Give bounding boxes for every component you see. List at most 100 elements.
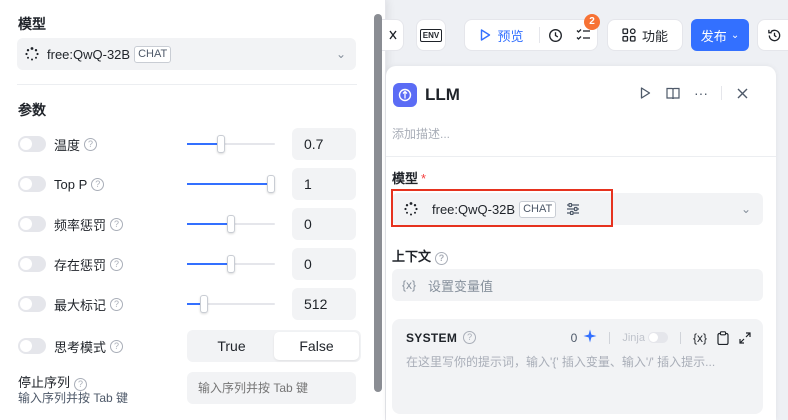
context-label: 上下文? xyxy=(392,246,449,265)
jinja-toggle[interactable]: Jinja xyxy=(622,332,668,344)
slider-fill xyxy=(187,143,221,145)
node-description-input[interactable]: 添加描述... xyxy=(392,125,450,142)
book-icon[interactable] xyxy=(659,87,687,100)
help-icon[interactable]: ? xyxy=(110,339,124,353)
run-node-icon[interactable] xyxy=(631,87,659,99)
token-count: 0 xyxy=(570,330,578,345)
features-button[interactable]: 功能 xyxy=(607,19,683,51)
model-select[interactable]: free:QwQ-32B CHAT ⌄ xyxy=(17,38,356,70)
model-highlight-box xyxy=(391,189,613,227)
slider-thumb[interactable] xyxy=(227,255,235,273)
expand-icon[interactable] xyxy=(739,331,751,344)
slider-fill xyxy=(187,223,231,225)
variable-icon: {x} xyxy=(402,278,417,292)
model-label: 模型 * xyxy=(392,171,427,186)
param-label: 存在惩罚 xyxy=(54,257,107,273)
params-section-title: 参数 xyxy=(18,102,46,118)
required-mark: * xyxy=(421,171,427,186)
stop-sequence-hint: 输入序列并按 Tab 键 xyxy=(18,391,129,405)
slider-fill xyxy=(187,183,271,185)
help-icon[interactable]: ? xyxy=(110,217,124,231)
param-label: 最大标记 xyxy=(54,297,107,313)
help-icon[interactable]: ? xyxy=(110,257,124,271)
history-button[interactable] xyxy=(541,20,569,50)
param-slider[interactable] xyxy=(187,215,275,233)
divider xyxy=(609,331,611,344)
context-placeholder: 设置变量值 xyxy=(428,278,494,294)
help-icon[interactable]: ? xyxy=(110,297,124,311)
param-value-input[interactable]: 0.7 xyxy=(292,128,356,160)
features-icon xyxy=(622,28,636,42)
system-role-label: SYSTEM xyxy=(406,330,458,345)
system-prompt-editor: SYSTEM ? 0 Jinja {x} 在这里写你的提示词，输入'{' 插入变… xyxy=(392,319,763,414)
play-icon xyxy=(481,29,491,41)
history-play-icon xyxy=(548,28,562,42)
think-mode-toggle[interactable] xyxy=(18,338,46,354)
param-row: 存在惩罚? 0 xyxy=(18,248,358,280)
think-mode-option-false[interactable]: False xyxy=(274,332,359,360)
scrollbar[interactable] xyxy=(374,14,382,392)
history-icon xyxy=(768,29,781,41)
param-toggle[interactable] xyxy=(18,136,46,152)
more-icon[interactable]: ··· xyxy=(687,85,715,101)
think-mode-segmented: True False xyxy=(187,330,361,362)
divider xyxy=(721,86,722,100)
checklist-icon xyxy=(576,29,590,40)
param-value-input[interactable]: 512 xyxy=(292,288,356,320)
param-value-input[interactable]: 1 xyxy=(292,168,356,200)
context-variable-select[interactable]: {x} 设置变量值 xyxy=(392,269,763,301)
node-title[interactable]: LLM xyxy=(425,85,460,105)
think-mode-option-true[interactable]: True xyxy=(189,332,274,360)
model-provider-icon xyxy=(23,45,41,63)
param-label: Top P xyxy=(54,176,88,192)
chevron-down-icon: ⌄ xyxy=(335,47,346,61)
help-icon[interactable]: ? xyxy=(435,252,449,265)
system-prompt-placeholder[interactable]: 在这里写你的提示词，输入'{' 插入变量、输入'/' 插入提示... xyxy=(406,353,751,370)
slider-thumb[interactable] xyxy=(227,215,235,233)
param-toggle[interactable] xyxy=(18,256,46,272)
stop-sequence-input[interactable] xyxy=(187,372,356,404)
param-slider[interactable] xyxy=(187,295,275,313)
llm-node-panel: LLM ··· 添加描述... 模型 * free:QwQ-32B CHAT ⌄ … xyxy=(386,66,776,420)
node-actions: ··· xyxy=(631,85,756,101)
divider xyxy=(679,331,681,344)
param-toggle[interactable] xyxy=(18,176,46,192)
param-slider[interactable] xyxy=(187,135,275,153)
think-mode-label: 思考模式 xyxy=(54,339,107,355)
copy-icon[interactable] xyxy=(717,330,729,345)
version-history-button[interactable] xyxy=(757,19,788,51)
workflow-toolbar: ENV 预览 2 功能 发布 ⌄ xyxy=(382,0,788,66)
publish-button[interactable]: 发布 ⌄ xyxy=(691,19,749,51)
help-icon[interactable]: ? xyxy=(84,137,98,151)
param-row: 最大标记? 512 xyxy=(18,288,358,320)
think-mode-row: 思考模式 ? True False xyxy=(18,330,361,362)
model-params-popover: 模型 free:QwQ-32B CHAT ⌄ 参数 温度? 0.7 Top P? 1 频… xyxy=(0,0,386,420)
param-slider[interactable] xyxy=(187,175,275,193)
param-slider[interactable] xyxy=(187,255,275,273)
param-toggle[interactable] xyxy=(18,296,46,312)
close-icon[interactable] xyxy=(728,88,756,99)
divider xyxy=(17,84,357,85)
variables-button[interactable] xyxy=(382,19,404,51)
model-type-badge: CHAT xyxy=(134,45,172,63)
chevron-down-icon: ⌄ xyxy=(740,202,751,216)
help-icon[interactable]: ? xyxy=(91,177,105,191)
param-row: 温度? 0.7 xyxy=(18,128,358,160)
insert-variable-icon[interactable]: {x} xyxy=(693,331,707,345)
param-row: 频率惩罚? 0 xyxy=(18,208,358,240)
param-value-input[interactable]: 0 xyxy=(292,248,356,280)
param-toggle[interactable] xyxy=(18,216,46,232)
param-value-input[interactable]: 0 xyxy=(292,208,356,240)
param-label: 频率惩罚 xyxy=(54,217,107,233)
slider-thumb[interactable] xyxy=(267,175,275,193)
checklist-count-badge: 2 xyxy=(584,14,600,30)
help-icon[interactable]: ? xyxy=(463,331,477,344)
slider-thumb[interactable] xyxy=(199,295,208,313)
sparkle-icon[interactable] xyxy=(583,329,597,346)
divider xyxy=(386,156,776,157)
slider-fill xyxy=(187,263,231,265)
param-label: 温度 xyxy=(54,137,81,153)
slider-thumb[interactable] xyxy=(216,135,225,153)
preview-button[interactable]: 预览 xyxy=(465,20,539,50)
env-button[interactable]: ENV xyxy=(416,19,446,51)
